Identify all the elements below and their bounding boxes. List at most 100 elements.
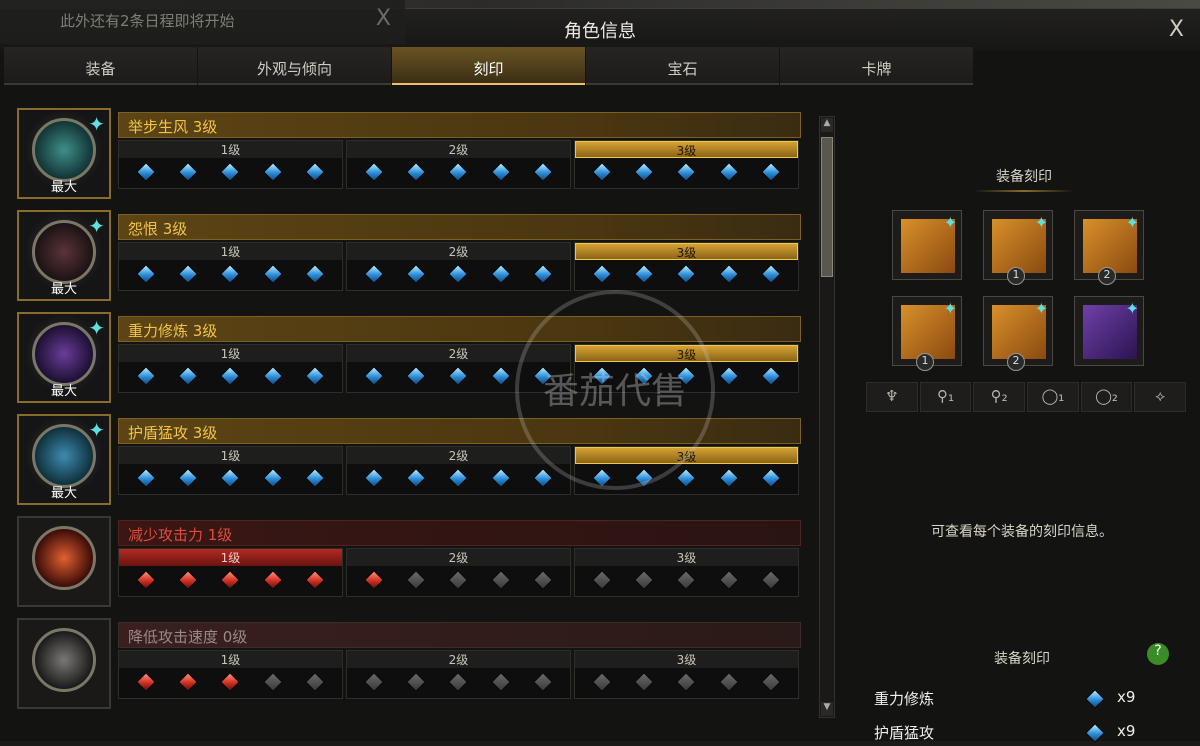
engraving-orb-icon: [32, 424, 96, 488]
level-label: 2级: [347, 549, 570, 566]
engraving-gem-icon: [136, 672, 156, 692]
slot-number: 2: [1007, 353, 1025, 371]
equipment-hint-text: 可查看每个装备的刻印信息。: [931, 524, 1113, 540]
scroll-up-arrow[interactable]: ▲: [821, 118, 833, 132]
max-badge: 最大: [50, 384, 77, 399]
close-notice-button[interactable]: X: [376, 6, 391, 31]
engraving-gem-icon: [760, 264, 781, 284]
engraving-gem-icon: [178, 366, 199, 386]
engraving-gem-icon: [262, 468, 283, 488]
earring-1-filter-icon[interactable]: ⚲₁: [919, 382, 972, 412]
help-icon[interactable]: ?: [1147, 643, 1169, 665]
engraving-gem-icon: [364, 672, 384, 692]
engraving-gem-icon: [220, 468, 241, 488]
engraving-name: 降低攻击速度 0级: [118, 622, 801, 648]
tab-appearance[interactable]: 外观与倾向: [198, 47, 391, 85]
level-label: 1级: [119, 651, 342, 668]
gem-row: [119, 668, 342, 692]
close-window-button[interactable]: X: [1169, 17, 1184, 42]
gem-row: [347, 566, 570, 590]
level-label: 3级: [575, 243, 798, 260]
engraving-icon[interactable]: ✦ 最大: [17, 210, 111, 301]
engraving-gem-icon: [532, 468, 553, 488]
engraving-star-icon: ✦: [1034, 299, 1048, 318]
engraving-gem-icon: [262, 162, 283, 182]
engraving-gem-icon: [634, 264, 655, 284]
engraving-gem-icon: [634, 672, 655, 692]
engraving-gem-icon: [364, 366, 384, 386]
engraving-gem-icon: [136, 162, 156, 182]
level-box: 3级: [574, 548, 799, 597]
engraving-gem-icon: [676, 264, 697, 284]
engraving-gem-icon: [178, 264, 199, 284]
engraving-gem-icon: [304, 264, 325, 284]
level-box: 2级: [346, 650, 571, 699]
ring-slot[interactable]: ✦ 2: [983, 296, 1053, 371]
earring-slot[interactable]: ✦ 1: [983, 210, 1053, 285]
tab-gems[interactable]: 宝石: [586, 47, 779, 85]
engraving-gem-icon: [760, 468, 781, 488]
level-box: 1级: [118, 446, 343, 495]
scroll-down-arrow[interactable]: ▼: [821, 702, 833, 716]
engraving-gem-icon: [448, 162, 469, 182]
engraving-gem-icon: [718, 264, 739, 284]
engraving-icon[interactable]: [17, 516, 111, 607]
stone-filter-icon[interactable]: ⟡: [1134, 382, 1187, 412]
engraving-gem-icon: [304, 570, 325, 590]
tab-engraving[interactable]: 刻印: [392, 47, 585, 85]
engraving-row[interactable]: ✦ 最大 怨恨 3级 1级 2级 3级: [17, 210, 803, 303]
level-box: 3级: [574, 344, 799, 393]
engraving-gem-icon: [178, 468, 199, 488]
max-badge: 最大: [50, 180, 77, 195]
gem-row: [575, 464, 798, 488]
engraving-gem-icon: [592, 366, 612, 386]
engraving-gem-icon: [262, 366, 283, 386]
engraving-scrollbar[interactable]: ▲ ▼: [819, 116, 835, 718]
level-label: 3级: [575, 141, 798, 158]
engraving-gem-icon: [490, 162, 511, 182]
max-badge: 最大: [50, 282, 77, 297]
ring-slot[interactable]: ✦ 1: [892, 296, 962, 371]
engraving-gem-icon: [760, 672, 781, 692]
engraving-icon[interactable]: ✦ 最大: [17, 108, 111, 199]
equipment-filter-bar: ♆ ⚲₁ ⚲₂ ◯₁ ◯₂ ⟡: [866, 382, 1187, 412]
level-box: 3级: [574, 650, 799, 699]
stone-slot[interactable]: ✦: [1074, 296, 1144, 366]
engraving-row[interactable]: ✦ 最大 重力修炼 3级 1级 2级 3级: [17, 312, 803, 405]
engraving-gem-icon: [406, 162, 427, 182]
tab-equipment[interactable]: 装备: [4, 47, 197, 85]
level-label: 1级: [119, 243, 342, 260]
engraving-row[interactable]: ✦ 最大 举步生风 3级 1级 2级 3级: [17, 108, 803, 201]
engraving-gem-icon: [490, 468, 511, 488]
earring-slot[interactable]: ✦ 2: [1074, 210, 1144, 285]
engraving-row[interactable]: 降低攻击速度 0级 1级 2级 3级: [17, 618, 803, 711]
engraving-icon[interactable]: ✦ 最大: [17, 312, 111, 403]
ring-1-filter-icon[interactable]: ◯₁: [1027, 382, 1079, 412]
ring-2-filter-icon[interactable]: ◯₂: [1080, 382, 1133, 412]
engraving-row[interactable]: 减少攻击力 1级 1级 2级 3级: [17, 516, 803, 609]
engraving-icon[interactable]: [17, 618, 111, 709]
scroll-thumb[interactable]: [821, 137, 833, 277]
tab-bar: 装备 外观与倾向 刻印 宝石 卡牌: [4, 47, 974, 87]
level-box: 1级: [118, 140, 343, 189]
summary-engraving-name: 护盾猛攻: [874, 724, 935, 742]
engraving-gem-icon: [718, 672, 739, 692]
engraving-name: 减少攻击力 1级: [118, 520, 801, 546]
level-label: 3级: [575, 447, 798, 464]
necklace-slot[interactable]: ✦: [892, 210, 962, 280]
tab-cards[interactable]: 卡牌: [780, 47, 973, 85]
level-box: 1级: [118, 548, 343, 597]
engraving-gem-icon: [220, 570, 241, 590]
engraving-gem-icon: [532, 570, 553, 590]
gem-row: [575, 158, 798, 182]
engraving-star-icon: ✦: [943, 213, 957, 232]
engraving-gem-icon: [532, 264, 553, 284]
engraving-name: 怨恨 3级: [118, 214, 801, 240]
engraving-gem-icon: [364, 468, 384, 488]
engraving-icon[interactable]: ✦ 最大: [17, 414, 111, 505]
engraving-row[interactable]: ✦ 最大 护盾猛攻 3级 1级 2级 3级: [17, 414, 803, 507]
earring-2-filter-icon[interactable]: ⚲₂: [973, 382, 1026, 412]
necklace-filter-icon[interactable]: ♆: [866, 382, 918, 412]
schedule-notice: 此外还有2条日程即将开始 X: [0, 0, 405, 44]
engraving-gem-icon: [490, 366, 511, 386]
